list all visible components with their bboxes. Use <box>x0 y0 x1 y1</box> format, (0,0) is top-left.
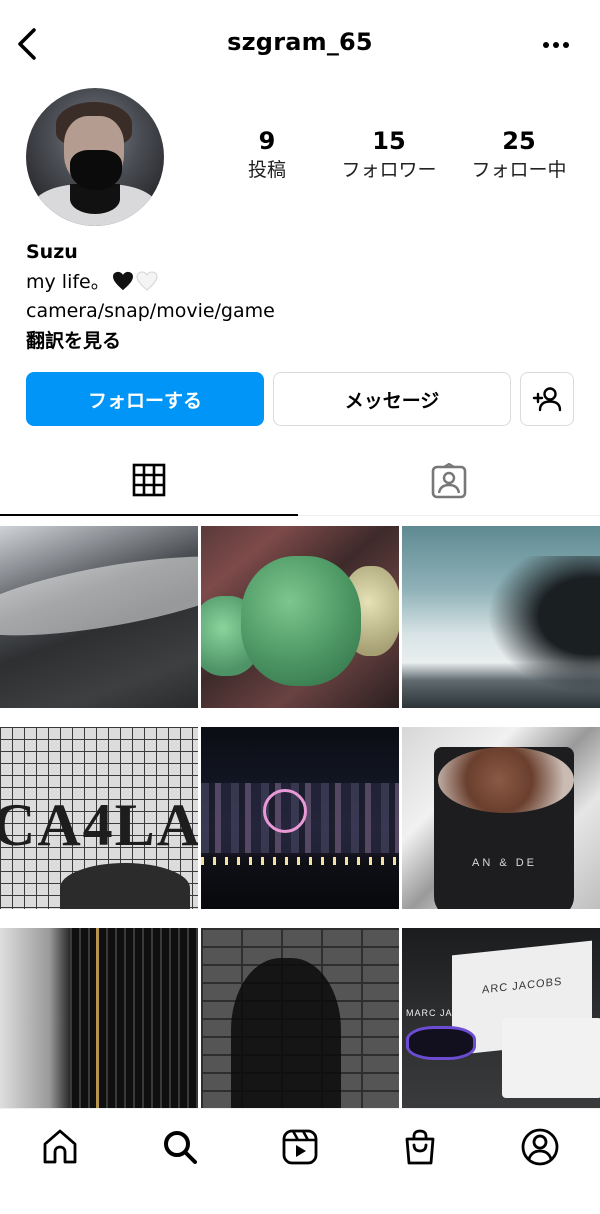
bottom-navigation <box>0 1108 600 1214</box>
profile-stats: 9 投稿 15 フォロワー 25 フォロー中 <box>210 126 590 184</box>
nav-search[interactable] <box>158 1125 202 1169</box>
see-translation-link[interactable]: 翻訳を見る <box>26 327 586 357</box>
bio-text: my life。 <box>26 270 110 293</box>
more-options-button[interactable] <box>536 30 576 60</box>
profile-username: szgram_65 <box>227 28 373 56</box>
nav-home[interactable] <box>38 1125 82 1169</box>
following-label: フォロー中 <box>471 159 567 181</box>
post-thumbnail-metal-bars[interactable] <box>0 928 198 1110</box>
bio-line-2: camera/snap/movie/game <box>26 300 275 322</box>
following-count: 25 <box>502 127 536 155</box>
suggest-users-button[interactable] <box>520 372 574 426</box>
profile-tabs <box>0 446 600 516</box>
case-brand-text: MARC JACOBS <box>406 1008 483 1018</box>
cup-brand-text: AN & DE <box>472 857 538 869</box>
tagged-icon <box>431 463 467 499</box>
profile-actions: フォローする メッセージ <box>26 372 576 426</box>
bio-line-1: my life。 <box>26 268 586 298</box>
nav-reels[interactable] <box>278 1125 322 1169</box>
post-thumbnail-shopping[interactable]: ARC JACOBS MARC JACOBS <box>402 928 600 1110</box>
followers-stat[interactable]: 15 フォロワー <box>324 126 454 184</box>
profile-bio: Suzu my life。 camera/snap/movie/game 翻訳を… <box>26 238 586 356</box>
tile-sign-text: CA4LA <box>0 792 198 858</box>
display-name: Suzu <box>26 241 78 263</box>
nav-profile[interactable] <box>518 1125 562 1169</box>
posts-label: 投稿 <box>247 159 286 181</box>
post-thumbnail-coffee[interactable]: AN & DE <box>402 727 600 909</box>
posts-count: 9 <box>258 127 276 155</box>
post-thumbnail-tile-sign[interactable]: CA4LA <box>0 727 198 909</box>
profile-avatar[interactable] <box>26 88 164 226</box>
posts-grid: CA4LA AN & DE ARC JACOBS MARC JACOBS <box>0 526 600 1110</box>
followers-count: 15 <box>372 127 406 155</box>
tab-tagged[interactable] <box>300 446 598 516</box>
posts-stat[interactable]: 9 投稿 <box>210 126 324 184</box>
post-thumbnail-shadow[interactable] <box>201 928 399 1110</box>
following-stat[interactable]: 25 フォロー中 <box>454 126 584 184</box>
post-thumbnail-palm-sky[interactable] <box>402 526 600 708</box>
tab-posts-grid[interactable] <box>0 446 298 516</box>
reels-icon <box>282 1129 318 1165</box>
follow-button[interactable]: フォローする <box>26 372 264 426</box>
shop-icon <box>405 1129 435 1165</box>
grid-icon <box>132 463 166 497</box>
white-heart-icon <box>136 270 158 291</box>
home-icon <box>43 1129 77 1164</box>
top-bar: szgram_65 <box>0 0 600 90</box>
more-horizontal-icon <box>543 42 569 48</box>
message-button[interactable]: メッセージ <box>273 372 511 426</box>
search-icon <box>164 1131 197 1164</box>
followers-label: フォロワー <box>341 159 437 181</box>
post-thumbnail-beach[interactable] <box>0 526 198 708</box>
post-thumbnail-night-city[interactable] <box>201 727 399 909</box>
add-user-icon <box>532 387 562 412</box>
black-heart-icon <box>112 271 133 290</box>
profile-icon <box>521 1128 559 1166</box>
post-thumbnail-plush-toys[interactable] <box>201 526 399 708</box>
nav-shop[interactable] <box>398 1125 442 1169</box>
